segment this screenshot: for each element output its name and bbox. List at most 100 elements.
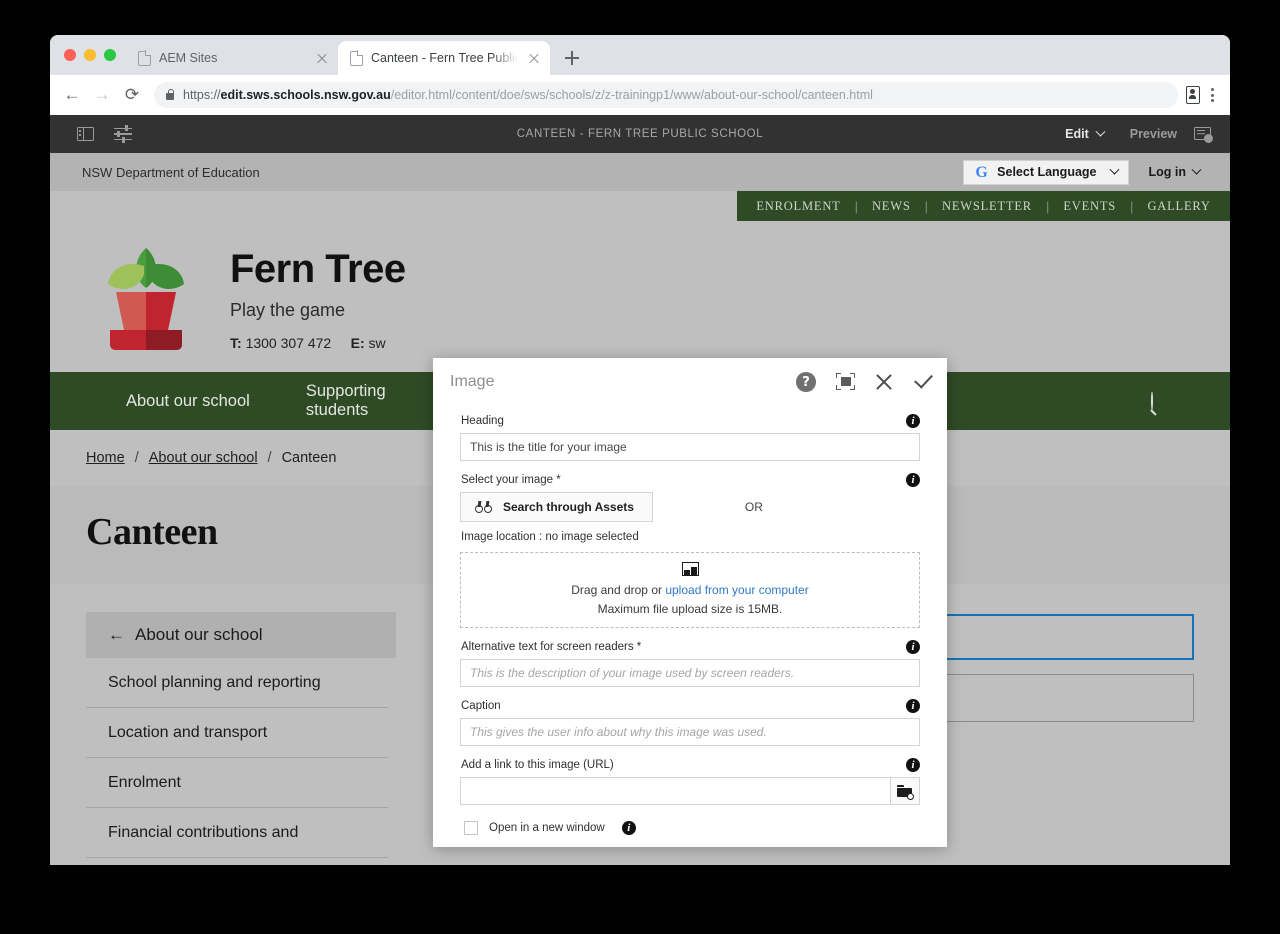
email-label: E: bbox=[350, 335, 365, 351]
toggle-side-panel-button[interactable] bbox=[66, 115, 104, 153]
field-heading: Heading i bbox=[460, 405, 920, 461]
open-new-window-checkbox[interactable] bbox=[464, 821, 478, 835]
or-label: OR bbox=[744, 500, 763, 514]
open-new-window-label: Open in a new window bbox=[489, 822, 605, 834]
caption-label: Caption bbox=[461, 700, 501, 712]
preview-label: Preview bbox=[1129, 127, 1177, 141]
browser-tab-canteen[interactable]: Canteen - Fern Tree Public Sch bbox=[338, 41, 550, 75]
utility-nav-item-newsletter[interactable]: NEWSLETTER bbox=[928, 199, 1046, 214]
info-icon[interactable]: i bbox=[906, 758, 920, 772]
edit-mode-selector[interactable]: Edit bbox=[1052, 115, 1117, 153]
browse-path-button[interactable] bbox=[890, 777, 920, 805]
side-nav-item-location-transport[interactable]: Location and transport bbox=[86, 708, 388, 758]
breadcrumb-item-about-our-school[interactable]: About our school bbox=[149, 450, 258, 466]
url-text: https://edit.sws.schools.nsw.gov.au/edit… bbox=[183, 88, 873, 102]
dialog-body: Heading i Select your image * i bbox=[433, 405, 947, 835]
tab-label: AEM Sites bbox=[159, 51, 218, 65]
field-image-link: Add a link to this image (URL) i bbox=[460, 749, 920, 805]
info-icon[interactable]: i bbox=[906, 414, 920, 428]
side-nav-header[interactable]: ← About our school bbox=[86, 612, 396, 658]
language-selector[interactable]: G Select Language bbox=[963, 159, 1129, 185]
dropzone-max-size: Maximum file upload size is 15MB. bbox=[597, 601, 783, 616]
profile-icon[interactable] bbox=[1186, 86, 1200, 104]
back-button[interactable]: ← bbox=[58, 81, 86, 109]
side-nav-item-school-planning[interactable]: School planning and reporting bbox=[86, 658, 388, 708]
select-image-label: Select your image * bbox=[461, 474, 561, 486]
chrome-menu-icon[interactable] bbox=[1202, 83, 1222, 107]
minimize-window-button[interactable] bbox=[84, 49, 96, 61]
utility-nav-item-gallery[interactable]: GALLERY bbox=[1133, 199, 1224, 214]
sliders-icon bbox=[114, 125, 132, 143]
image-dialog: Image ? Heading i This is the title for … bbox=[433, 358, 947, 847]
school-contact: T: 1300 307 472 E: sw bbox=[230, 335, 406, 351]
new-tab-button[interactable] bbox=[558, 44, 586, 72]
window-traffic-lights bbox=[60, 35, 126, 75]
maximize-window-button[interactable] bbox=[104, 49, 116, 61]
utility-nav: ENROLMENT | NEWS | NEWSLETTER | EVENTS |… bbox=[737, 191, 1230, 221]
url-host: edit.sws.schools.nsw.gov.au bbox=[220, 88, 391, 102]
alt-text-input[interactable] bbox=[460, 659, 920, 687]
side-nav-item-financial-contributions[interactable]: Financial contributions and bbox=[86, 808, 388, 858]
close-tab-icon[interactable] bbox=[314, 50, 330, 66]
school-name: Fern Tree bbox=[230, 247, 406, 291]
lock-icon bbox=[166, 88, 175, 100]
confirm-check-icon[interactable] bbox=[913, 373, 933, 391]
search-through-assets-button[interactable]: Search through Assets bbox=[460, 492, 653, 522]
address-bar[interactable]: https://edit.sws.schools.nsw.gov.au/edit… bbox=[154, 82, 1178, 108]
breadcrumb-item-home[interactable]: Home bbox=[86, 450, 125, 466]
close-window-button[interactable] bbox=[64, 49, 76, 61]
image-location-text: Image location : no image selected bbox=[461, 531, 639, 543]
upload-from-computer-link[interactable]: upload from your computer bbox=[665, 583, 808, 597]
aem-editor-toolbar: CANTEEN - FERN TREE PUBLIC SCHOOL Edit P… bbox=[50, 115, 1230, 153]
aem-toolbar-actions: Edit Preview bbox=[1052, 115, 1230, 153]
utility-nav-item-enrolment[interactable]: ENROLMENT bbox=[742, 199, 854, 214]
edit-mode-label: Edit bbox=[1065, 127, 1089, 141]
annotations-icon[interactable] bbox=[1194, 126, 1213, 143]
tab-label: Canteen - Fern Tree Public Sch bbox=[371, 51, 518, 65]
info-icon[interactable]: i bbox=[906, 640, 920, 654]
site-masthead: Fern Tree Play the game T: 1300 307 472 … bbox=[50, 227, 1230, 372]
reload-button[interactable]: ⟳ bbox=[118, 81, 146, 109]
masthead-text: Fern Tree Play the game T: 1300 307 472 … bbox=[230, 248, 406, 351]
help-icon[interactable]: ? bbox=[796, 371, 816, 392]
browser-window: AEM Sites Canteen - Fern Tree Public Sch… bbox=[50, 35, 1230, 865]
login-menu[interactable]: Log in bbox=[1149, 164, 1202, 179]
field-alt-text: Alternative text for screen readers * i bbox=[460, 631, 920, 687]
forward-button[interactable]: → bbox=[88, 81, 116, 109]
image-link-label: Add a link to this image (URL) bbox=[461, 759, 614, 771]
search-assets-label: Search through Assets bbox=[503, 500, 634, 514]
language-selector-label: Select Language bbox=[997, 165, 1097, 179]
page-information-button[interactable] bbox=[104, 115, 142, 153]
info-icon[interactable]: i bbox=[906, 699, 920, 713]
heading-input[interactable] bbox=[460, 433, 920, 461]
nav-item-supporting-students[interactable]: Supporting students bbox=[278, 382, 414, 420]
info-icon[interactable]: i bbox=[621, 821, 636, 835]
close-tab-icon[interactable] bbox=[526, 50, 542, 66]
close-icon[interactable] bbox=[875, 373, 893, 391]
section-side-nav: ← About our school School planning and r… bbox=[86, 612, 396, 865]
image-link-row bbox=[460, 777, 920, 805]
browser-toolbar: ← → ⟳ https://edit.sws.schools.nsw.gov.a… bbox=[50, 75, 1230, 115]
browser-tab-aem-sites[interactable]: AEM Sites bbox=[126, 41, 338, 75]
dialog-header: Image ? bbox=[433, 358, 947, 405]
site-search-icon[interactable] bbox=[1151, 391, 1168, 411]
phone-label: T: bbox=[230, 335, 242, 351]
side-nav-item-enrolment[interactable]: Enrolment bbox=[86, 758, 388, 808]
folder-search-icon bbox=[897, 784, 914, 800]
info-icon[interactable]: i bbox=[906, 473, 920, 487]
nav-item-about-our-school[interactable]: About our school bbox=[98, 392, 278, 411]
binoculars-icon bbox=[475, 501, 492, 513]
utility-nav-item-events[interactable]: EVENTS bbox=[1049, 199, 1130, 214]
image-link-input[interactable] bbox=[460, 777, 890, 805]
fullscreen-icon[interactable] bbox=[836, 373, 855, 390]
open-new-window-row: Open in a new window i bbox=[460, 808, 920, 835]
image-dropzone[interactable]: Drag and drop or upload from your comput… bbox=[460, 552, 920, 628]
preview-button[interactable]: Preview bbox=[1117, 115, 1190, 153]
utility-nav-item-news[interactable]: NEWS bbox=[858, 199, 925, 214]
image-link-label-row: Add a link to this image (URL) i bbox=[460, 749, 920, 777]
caption-input[interactable] bbox=[460, 718, 920, 746]
page-icon bbox=[138, 50, 152, 66]
asset-source-row: Search through Assets OR bbox=[460, 492, 920, 522]
back-arrow-icon: ← bbox=[108, 625, 125, 644]
side-panel-icon bbox=[76, 127, 94, 141]
